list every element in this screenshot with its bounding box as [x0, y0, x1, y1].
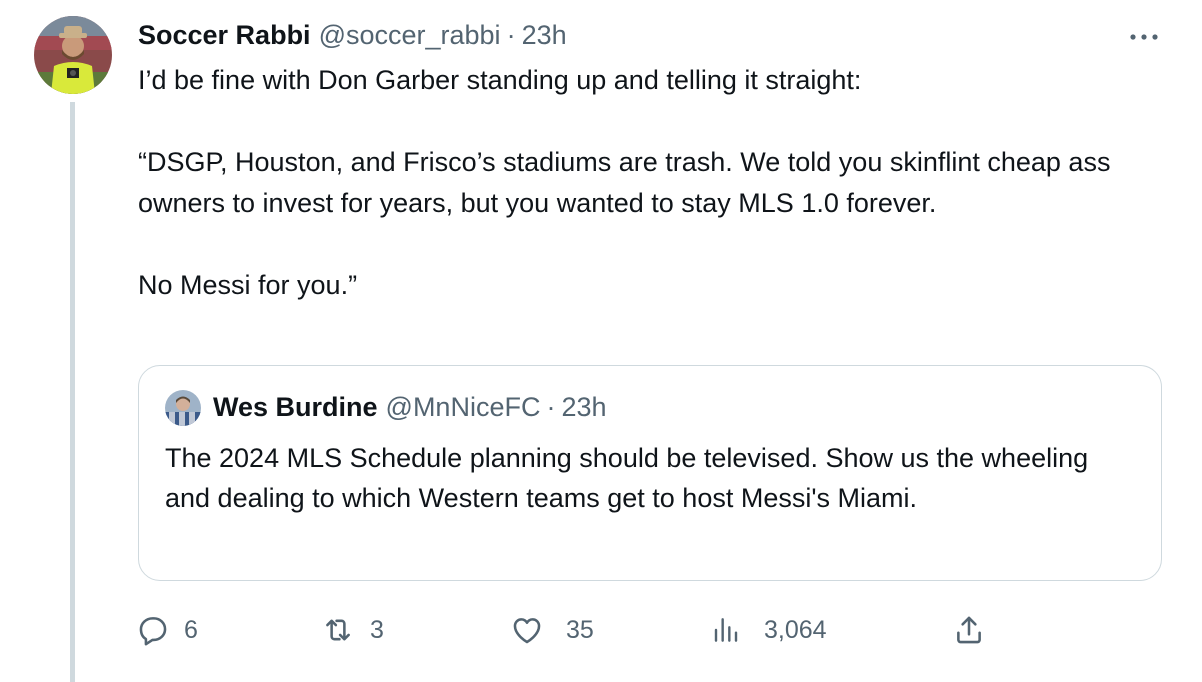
author-name[interactable]: Soccer Rabbi: [138, 20, 311, 51]
quoted-tweet-card[interactable]: Wes Burdine @MnNiceFC · 23h The 2024 MLS…: [138, 365, 1162, 581]
share-button[interactable]: [952, 608, 986, 652]
retweet-button[interactable]: 3: [320, 608, 384, 652]
views-button[interactable]: 3,064: [710, 608, 827, 652]
retweet-count: 3: [370, 615, 384, 644]
tweet-text-paragraph: “DSGP, Houston, and Frisco’s stadiums ar…: [138, 147, 1111, 218]
share-icon: [952, 613, 986, 647]
reply-icon: [136, 613, 170, 647]
tweet-timestamp[interactable]: 23h: [522, 20, 567, 51]
quoted-tweet-timestamp: 23h: [561, 392, 607, 422]
like-count: 35: [566, 615, 594, 644]
tweet-text-paragraph: No Messi for you.”: [138, 270, 358, 300]
quoted-tweet-text: The 2024 MLS Schedule planning should be…: [165, 443, 1089, 513]
reply-button[interactable]: 6: [136, 608, 198, 652]
quoted-tweet-header: Wes Burdine @MnNiceFC · 23h: [213, 392, 607, 423]
more-dots-icon: [1129, 28, 1159, 46]
tweet-text: I’d be fine with Don Garber standing up …: [138, 60, 1138, 306]
quoted-author-name: Wes Burdine: [213, 392, 378, 422]
separator-dot: ·: [546, 392, 556, 422]
separator-dot: ·: [506, 20, 516, 50]
quoted-avatar: [165, 390, 201, 426]
author-handle[interactable]: @soccer_rabbi: [319, 20, 501, 51]
views-count: 3,064: [764, 615, 827, 644]
tweet-actions-bar: 6 3 35 3,064: [136, 608, 996, 652]
more-options-button[interactable]: [1124, 22, 1164, 52]
quoted-author-handle: @MnNiceFC: [385, 392, 541, 422]
avatar[interactable]: [34, 16, 112, 94]
views-chart-icon: [710, 613, 742, 647]
reply-count: 6: [184, 615, 198, 644]
thread-connector-line: [70, 102, 75, 682]
tweet-header: Soccer Rabbi @soccer_rabbi · 23h: [138, 20, 567, 54]
heart-icon: [510, 613, 544, 647]
like-button[interactable]: 35: [510, 608, 594, 652]
tweet-text-paragraph: I’d be fine with Don Garber standing up …: [138, 65, 862, 95]
retweet-icon: [320, 613, 356, 647]
